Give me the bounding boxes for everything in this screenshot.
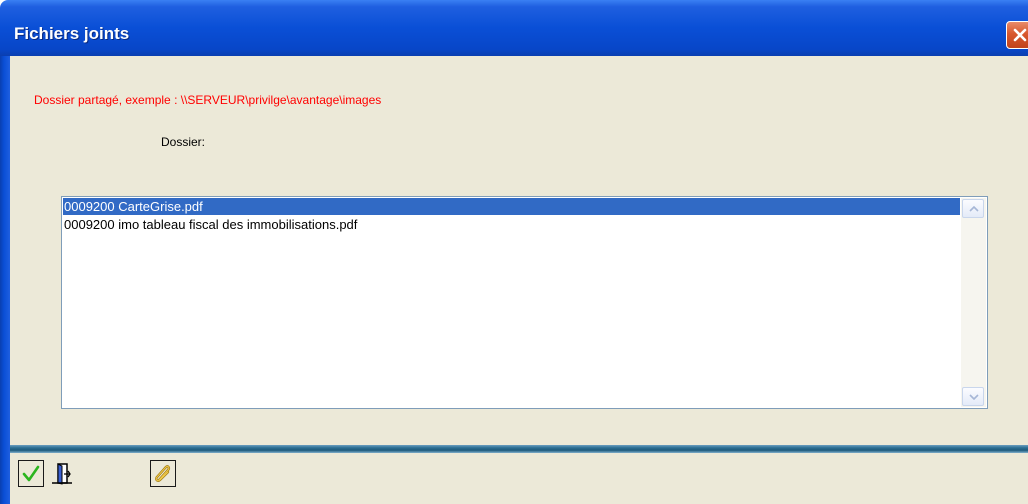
chevron-down-icon [969, 394, 979, 400]
attached-files-dialog: Fichiers joints Dossier partagé, exemple… [0, 0, 1028, 504]
validate-button[interactable] [18, 460, 44, 487]
folder-label: Dossier: [161, 135, 206, 149]
shared-folder-hint: Dossier partagé, exemple : \\SERVEUR\pri… [34, 93, 382, 107]
exit-button[interactable] [49, 460, 75, 487]
vertical-scrollbar[interactable] [961, 198, 986, 407]
close-button[interactable] [1006, 21, 1028, 49]
attached-files-list[interactable]: 0009200 CarteGrise.pdf 0009200 imo table… [61, 196, 988, 409]
chevron-up-icon [969, 206, 979, 212]
list-item[interactable]: 0009200 CarteGrise.pdf [63, 198, 960, 215]
paperclip-icon [155, 465, 171, 482]
scroll-down-button[interactable] [962, 387, 984, 406]
title-bar[interactable]: Fichiers joints [0, 0, 1028, 56]
close-icon [1013, 28, 1027, 42]
toolbar-separator [10, 445, 1028, 453]
dialog-body: Dossier partagé, exemple : \\SERVEUR\pri… [10, 56, 1028, 504]
attach-file-button[interactable] [150, 460, 176, 487]
window-title: Fichiers joints [14, 24, 130, 43]
scroll-up-button[interactable] [962, 199, 984, 218]
exit-door-icon [52, 463, 72, 485]
list-item[interactable]: 0009200 imo tableau fiscal des immobilis… [63, 216, 960, 233]
window-frame-left [0, 56, 10, 504]
checkmark-icon [22, 465, 40, 482]
